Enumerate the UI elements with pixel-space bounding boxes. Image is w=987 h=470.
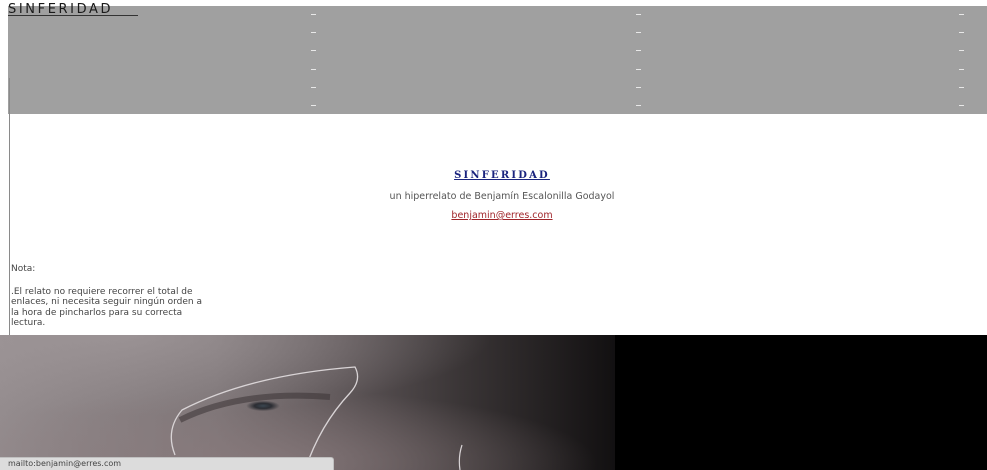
dash <box>636 87 641 88</box>
face-photo <box>0 335 615 470</box>
dash <box>636 50 641 51</box>
dash <box>311 32 316 33</box>
browser-status-bar: mailto:benjamin@erres.com <box>0 457 334 470</box>
dash <box>311 50 316 51</box>
page: SINFERIDAD SINFERIDAD un hiperrelato de … <box>0 0 987 470</box>
note-label: Nota: <box>11 264 36 274</box>
dash <box>636 14 641 15</box>
dash <box>311 105 316 106</box>
dash <box>959 105 964 106</box>
dash <box>959 50 964 51</box>
left-border-line <box>9 78 10 335</box>
header-band <box>0 6 987 114</box>
note-block: Nota: .El relato no requiere recorrer el… <box>11 264 211 328</box>
dash <box>959 87 964 88</box>
face-photo-image <box>0 335 615 470</box>
author-email-link[interactable]: benjamin@erres.com <box>451 210 552 221</box>
dash <box>311 87 316 88</box>
header-left-gap <box>0 6 8 114</box>
dash <box>959 69 964 70</box>
dash <box>311 14 316 15</box>
note-text: .El relato no requiere recorrer el total… <box>11 287 203 328</box>
dash <box>311 69 316 70</box>
dash <box>636 69 641 70</box>
dash <box>959 14 964 15</box>
dash <box>636 105 641 106</box>
photo-dark-area <box>615 335 987 470</box>
site-title-underline <box>8 15 138 16</box>
dash <box>636 32 641 33</box>
intro-block: SINFERIDAD un hiperrelato de Benjamín Es… <box>320 163 684 222</box>
dash <box>959 32 964 33</box>
author-subtitle: un hiperrelato de Benjamín Escalonilla G… <box>389 191 615 202</box>
story-title-link[interactable]: SINFERIDAD <box>454 170 550 181</box>
